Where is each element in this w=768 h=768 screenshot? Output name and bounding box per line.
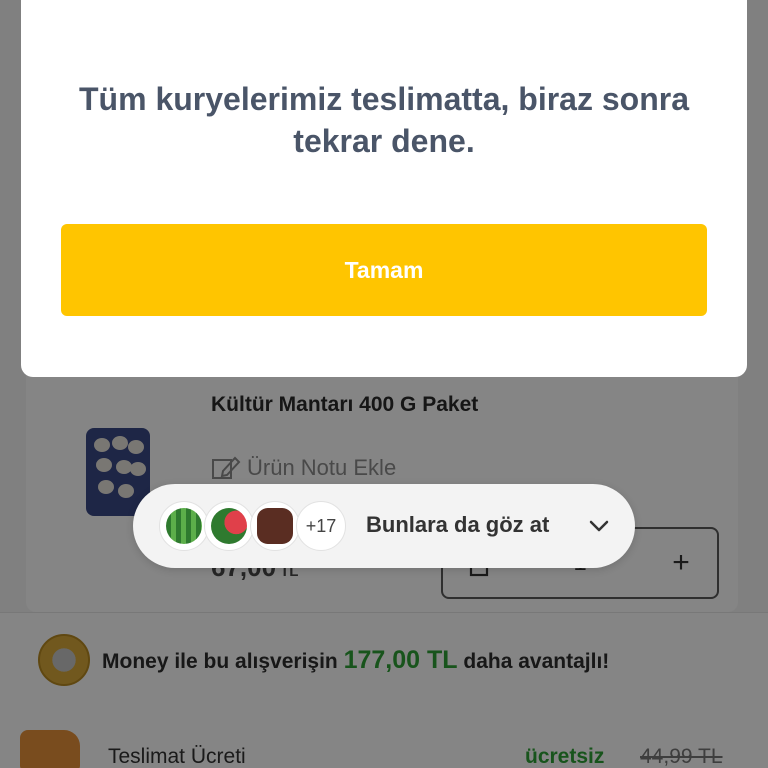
suggestions-pill[interactable]: +17 Bunlara da göz at [133, 484, 635, 568]
courier-unavailable-dialog: Tüm kuryelerimiz teslimatta, biraz sonra… [21, 0, 747, 377]
chevron-down-icon [589, 520, 609, 532]
hazelnut-spread-jar-icon [250, 501, 300, 551]
watermelon-crate-icon [159, 501, 209, 551]
cart-page: Kültür Mantarı 400 G Paket Ürün Notu Ekl… [0, 0, 768, 768]
ok-button[interactable]: Tamam [61, 224, 707, 316]
watermelon-icon [204, 501, 254, 551]
more-suggestions-count: +17 [296, 501, 346, 551]
suggestions-label: Bunlara da göz at [366, 512, 550, 537]
dialog-message: Tüm kuryelerimiz teslimatta, biraz sonra… [79, 81, 689, 159]
